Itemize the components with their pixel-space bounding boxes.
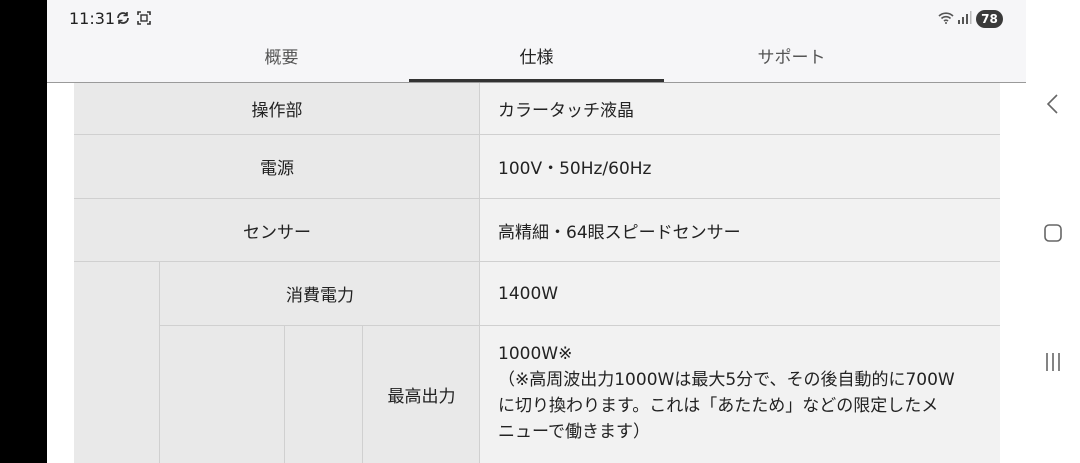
- status-time: 11:31: [69, 9, 116, 28]
- row-divider: [159, 325, 1000, 326]
- recents-icon[interactable]: [1043, 351, 1063, 377]
- spec-subgroup-cell-1: [160, 326, 284, 463]
- sync-icon: [115, 10, 131, 26]
- screenshot-icon: [136, 10, 152, 26]
- tab-bar: 概要 仕様 サポート: [47, 36, 1026, 83]
- max-output-line-2: （※高周波出力1000Wは最大5分で、その後自動的に700W: [498, 370, 955, 390]
- column-divider: [159, 262, 160, 463]
- row-divider: [74, 261, 1000, 262]
- tab-overview[interactable]: 概要: [154, 36, 409, 82]
- column-divider: [284, 326, 285, 463]
- spec-subgroup-cell-2: [285, 326, 362, 463]
- row-divider: [74, 198, 1000, 199]
- max-output-line-4: ニューで働きます）: [498, 422, 650, 442]
- spec-table: 操作部 カラータッチ液晶 電源 100V・50Hz/60Hz センサー 高精細・…: [47, 83, 1026, 463]
- spec-label-consumption: 消費電力: [160, 262, 480, 325]
- spec-value-max-output: 1000W※ （※高周波出力1000Wは最大5分で、その後自動的に700W に切…: [480, 326, 1000, 463]
- app-screen: 11:31 78 概要 仕様 サポート 操作部 カラータッチ液晶 電源 100V…: [47, 0, 1026, 463]
- column-divider: [362, 326, 363, 463]
- spec-value-power: 100V・50Hz/60Hz: [480, 135, 1000, 198]
- column-divider: [479, 83, 480, 463]
- wifi-icon: [938, 10, 954, 26]
- spec-group-cell: [74, 262, 159, 463]
- spec-value-sensor: 高精細・64眼スピードセンサー: [480, 199, 1000, 261]
- spec-value-consumption: 1400W: [480, 262, 1000, 325]
- spec-value-control: カラータッチ液晶: [480, 83, 1000, 134]
- spec-label-sensor: センサー: [74, 199, 480, 261]
- max-output-line-1: 1000W※: [498, 344, 573, 364]
- system-nav-bar: [1026, 0, 1080, 463]
- signal-icon: [956, 10, 972, 26]
- row-divider: [74, 134, 1000, 135]
- max-output-line-3: に切り換わります。これは「あたため」などの限定したメ: [498, 396, 939, 416]
- active-tab-indicator: [409, 79, 664, 82]
- spec-label-control: 操作部: [74, 83, 480, 134]
- tab-specs[interactable]: 仕様: [409, 36, 664, 82]
- back-icon[interactable]: [1045, 93, 1061, 119]
- spec-label-power: 電源: [74, 135, 480, 198]
- spec-label-max-output: 最高出力: [363, 326, 480, 463]
- battery-indicator: 78: [976, 10, 1003, 28]
- status-bar: 11:31 78: [47, 0, 1026, 36]
- tab-support[interactable]: サポート: [664, 36, 919, 82]
- home-icon[interactable]: [1043, 223, 1063, 247]
